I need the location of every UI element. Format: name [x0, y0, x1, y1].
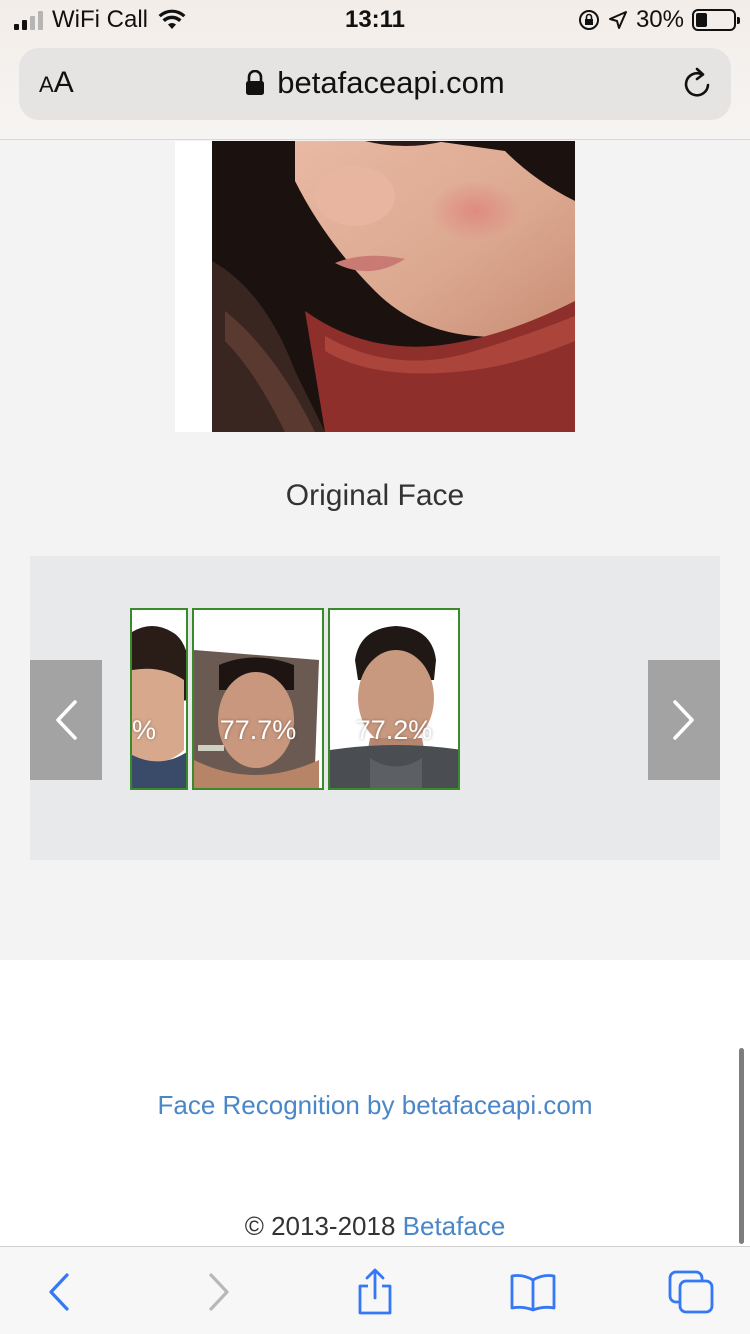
carousel-next-button[interactable]: [648, 660, 720, 780]
match-score: %: [132, 715, 157, 745]
match-thumbnail[interactable]: 77.7%: [192, 608, 324, 790]
chevron-left-icon: [56, 700, 77, 740]
match-score: 77.7%: [219, 715, 297, 745]
reload-icon[interactable]: [679, 66, 715, 102]
scroll-indicator: [739, 1048, 744, 1244]
page-footer: Face Recognition by betafaceapi.com © 20…: [0, 960, 750, 1246]
chevron-right-icon: [673, 700, 694, 740]
status-bar-right: 30%: [578, 6, 740, 34]
match-thumbnail[interactable]: 77.2%: [328, 608, 460, 790]
page-content: Original Face % 77.7% 77.2%: [0, 141, 750, 960]
location-icon: [608, 11, 627, 29]
tabs-icon: [668, 1270, 714, 1314]
carousel-prev-button[interactable]: [30, 660, 102, 780]
lock-icon: [246, 70, 265, 95]
status-bar: WiFi Call 13:11 30%: [0, 0, 750, 40]
url-text: betafaceapi.com: [277, 65, 505, 100]
browser-bottom-toolbar: [0, 1246, 750, 1334]
copyright-brand-link[interactable]: Betaface: [403, 1211, 506, 1241]
address-bar[interactable]: AA betafaceapi.com: [19, 48, 731, 120]
share-button[interactable]: [350, 1267, 400, 1317]
back-button[interactable]: [34, 1267, 84, 1317]
orientation-lock-icon: [578, 10, 599, 30]
back-icon: [49, 1273, 69, 1311]
original-face-caption: Original Face: [285, 479, 465, 512]
tabs-button[interactable]: [666, 1267, 716, 1317]
footer-link[interactable]: Face Recognition by betafaceapi.com: [0, 1090, 750, 1121]
match-carousel: % 77.7% 77.2%: [30, 556, 720, 860]
battery-icon: [692, 9, 740, 31]
copyright: © 2013-2018 Betaface: [0, 1211, 750, 1242]
copyright-text: © 2013-2018: [244, 1211, 403, 1241]
match-score: 77.2%: [355, 715, 433, 745]
forward-icon: [209, 1273, 229, 1311]
match-thumbnail[interactable]: %: [130, 608, 188, 790]
forward-button[interactable]: [194, 1267, 244, 1317]
url-display[interactable]: betafaceapi.com: [19, 65, 731, 101]
original-face-image: [175, 141, 575, 432]
bookmarks-icon: [510, 1274, 556, 1312]
bookmarks-button[interactable]: [508, 1267, 558, 1317]
share-icon: [358, 1268, 392, 1315]
battery-percent: 30%: [635, 6, 684, 33]
